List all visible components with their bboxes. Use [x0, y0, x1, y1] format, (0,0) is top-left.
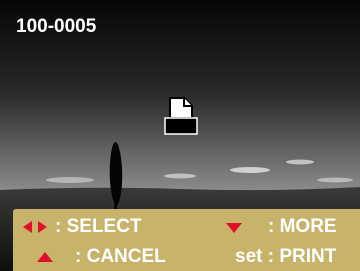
camera-lcd-screen: 100-0005 : SELECT : MORE : CANCEL set : …	[0, 0, 360, 271]
down-arrow-icon	[226, 223, 242, 233]
select-label: : SELECT	[55, 216, 142, 237]
left-right-arrows-icon	[23, 221, 47, 233]
cancel-label: : CANCEL	[75, 246, 166, 267]
button-legend-bar: : SELECT : MORE : CANCEL set : PRINT	[13, 209, 360, 271]
print-label: set : PRINT	[235, 246, 337, 267]
print-icon	[164, 97, 198, 135]
up-arrow-icon	[37, 252, 53, 262]
more-label: : MORE	[268, 216, 337, 237]
image-counter: 100-0005	[16, 16, 97, 37]
